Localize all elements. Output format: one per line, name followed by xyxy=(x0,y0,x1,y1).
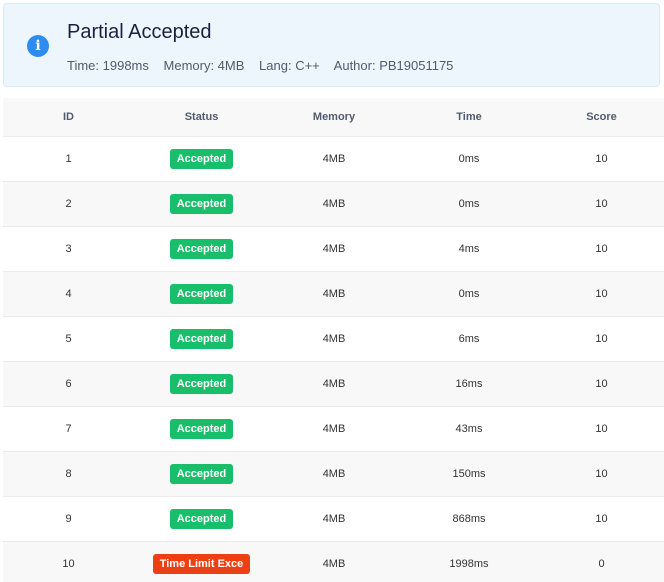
lang-stat: Lang: C++ xyxy=(259,58,320,73)
table-row: 9 Accepted 4MB 868ms 10 xyxy=(3,496,664,542)
cell-id: 7 xyxy=(3,406,134,452)
memory-stat: Memory: 4MB xyxy=(163,58,245,73)
header-score[interactable]: Score xyxy=(539,98,664,137)
cell-status: Accepted xyxy=(134,316,269,362)
cell-memory: 4MB xyxy=(269,136,399,182)
cell-id: 2 xyxy=(3,181,134,227)
cell-memory: 4MB xyxy=(269,181,399,227)
cell-time: 0ms xyxy=(399,136,539,182)
table-row: 10 Time Limit Exce 4MB 1998ms 0 xyxy=(3,541,664,582)
status-badge: Accepted xyxy=(169,374,234,394)
status-badge: Accepted xyxy=(169,419,234,439)
cell-id: 5 xyxy=(3,316,134,362)
cell-status: Accepted xyxy=(134,181,269,227)
header-memory[interactable]: Memory xyxy=(269,98,399,137)
cell-time: 4ms xyxy=(399,226,539,272)
cell-score: 10 xyxy=(539,451,664,497)
cell-status: Time Limit Exce xyxy=(134,541,269,582)
cell-time: 6ms xyxy=(399,316,539,362)
cell-id: 1 xyxy=(3,136,134,182)
status-badge: Accepted xyxy=(169,509,234,529)
time-stat: Time: 1998ms xyxy=(67,58,149,73)
cell-score: 10 xyxy=(539,271,664,317)
status-badge: Time Limit Exce xyxy=(152,554,251,574)
table-row: 8 Accepted 4MB 150ms 10 xyxy=(3,451,664,497)
status-badge: Accepted xyxy=(169,329,234,349)
cell-id: 9 xyxy=(3,496,134,542)
result-summary-alert: i Partial Accepted Time: 1998ms Memory: … xyxy=(3,3,660,87)
header-id[interactable]: ID xyxy=(3,98,134,137)
cell-id: 10 xyxy=(3,541,134,582)
cell-memory: 4MB xyxy=(269,361,399,407)
table-row: 6 Accepted 4MB 16ms 10 xyxy=(3,361,664,407)
cell-status: Accepted xyxy=(134,361,269,407)
status-badge: Accepted xyxy=(169,194,234,214)
cell-memory: 4MB xyxy=(269,271,399,317)
table-header-row: ID Status Memory Time Score xyxy=(3,98,664,137)
table-row: 2 Accepted 4MB 0ms 10 xyxy=(3,181,664,227)
result-title: Partial Accepted xyxy=(67,21,212,43)
cell-id: 3 xyxy=(3,226,134,272)
cell-score: 10 xyxy=(539,136,664,182)
status-badge: Accepted xyxy=(169,149,234,169)
header-time[interactable]: Time xyxy=(399,98,539,137)
cell-memory: 4MB xyxy=(269,541,399,582)
cell-memory: 4MB xyxy=(269,451,399,497)
cell-score: 0 xyxy=(539,541,664,582)
cell-id: 8 xyxy=(3,451,134,497)
cell-status: Accepted xyxy=(134,271,269,317)
status-badge: Accepted xyxy=(169,464,234,484)
cell-id: 6 xyxy=(3,361,134,407)
table-row: 5 Accepted 4MB 6ms 10 xyxy=(3,316,664,362)
cell-score: 10 xyxy=(539,226,664,272)
cell-time: 16ms xyxy=(399,361,539,407)
table-row: 7 Accepted 4MB 43ms 10 xyxy=(3,406,664,452)
cell-status: Accepted xyxy=(134,451,269,497)
testcase-table: ID Status Memory Time Score 1 Accepted 4MB… xyxy=(3,98,664,582)
cell-score: 10 xyxy=(539,406,664,452)
cell-time: 0ms xyxy=(399,271,539,317)
info-icon: i xyxy=(27,35,49,57)
cell-id: 4 xyxy=(3,271,134,317)
submission-page: i Partial Accepted Time: 1998ms Memory: … xyxy=(0,0,664,582)
cell-memory: 4MB xyxy=(269,406,399,452)
table-body: 1 Accepted 4MB 0ms 10 2 Accepted 4MB 0ms 10 3 Accep… xyxy=(3,136,664,582)
header-status[interactable]: Status xyxy=(134,98,269,137)
cell-time: 0ms xyxy=(399,181,539,227)
cell-time: 43ms xyxy=(399,406,539,452)
cell-status: Accepted xyxy=(134,406,269,452)
cell-time: 868ms xyxy=(399,496,539,542)
cell-score: 10 xyxy=(539,316,664,362)
cell-memory: 4MB xyxy=(269,226,399,272)
cell-score: 10 xyxy=(539,181,664,227)
author-stat: Author: PB19051175 xyxy=(333,58,454,73)
cell-score: 10 xyxy=(539,361,664,407)
result-meta: Time: 1998ms Memory: 4MB Lang: C++ Autho… xyxy=(67,58,464,73)
cell-memory: 4MB xyxy=(269,496,399,542)
status-badge: Accepted xyxy=(169,239,234,259)
cell-status: Accepted xyxy=(134,226,269,272)
cell-time: 1998ms xyxy=(399,541,539,582)
status-badge: Accepted xyxy=(169,284,234,304)
cell-status: Accepted xyxy=(134,496,269,542)
table-row: 1 Accepted 4MB 0ms 10 xyxy=(3,136,664,182)
cell-status: Accepted xyxy=(134,136,269,182)
table-row: 3 Accepted 4MB 4ms 10 xyxy=(3,226,664,272)
cell-score: 10 xyxy=(539,496,664,542)
table-row: 4 Accepted 4MB 0ms 10 xyxy=(3,271,664,317)
cell-time: 150ms xyxy=(399,451,539,497)
cell-memory: 4MB xyxy=(269,316,399,362)
